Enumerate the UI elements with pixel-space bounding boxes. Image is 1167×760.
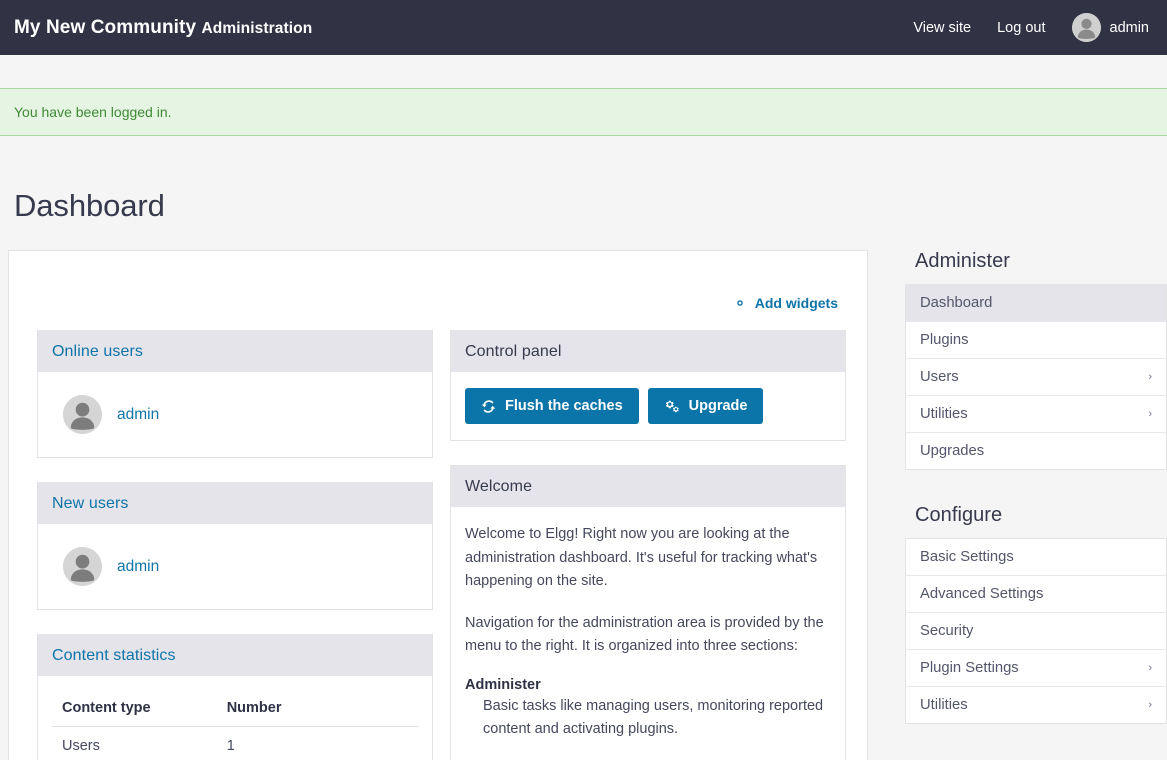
- sidebar-item-label: Plugin Settings: [920, 660, 1019, 677]
- chevron-right-icon: ›: [1148, 661, 1152, 674]
- user-link[interactable]: admin: [117, 406, 159, 424]
- sidebar-item-label: Security: [920, 623, 974, 640]
- sidebar-item-security[interactable]: Security: [906, 613, 1166, 651]
- view-site-link[interactable]: View site: [913, 20, 971, 36]
- widget-header: Content statistics: [38, 635, 432, 677]
- sidebar-item-advanced-settings[interactable]: Advanced Settings: [906, 576, 1166, 614]
- list-item[interactable]: admin: [52, 388, 418, 441]
- system-message-region: You have been logged in.: [0, 55, 1167, 137]
- widget-title-new-users: New users: [52, 495, 129, 513]
- cell-content-type: Users: [62, 738, 100, 755]
- refresh-icon: [481, 399, 496, 414]
- widget-header: Control panel: [451, 331, 845, 373]
- sidebar-item-label: Users: [920, 369, 959, 386]
- sidebar-item-users[interactable]: Users ›: [906, 359, 1166, 397]
- widget-body: admin: [38, 524, 432, 609]
- main-content-panel: Add widgets Online users admin New users…: [8, 250, 868, 760]
- chevron-right-icon: ›: [1148, 407, 1152, 420]
- add-widgets-button[interactable]: Add widgets: [732, 295, 838, 311]
- welcome-paragraph-2: Navigation for the administration area i…: [465, 614, 824, 655]
- username-label[interactable]: admin: [1110, 20, 1150, 36]
- flush-caches-button[interactable]: Flush the caches: [465, 388, 639, 425]
- widget-control-panel: Control panel Flush the caches Upgrade: [450, 330, 846, 442]
- site-brand[interactable]: My New Community Administration: [14, 17, 312, 39]
- user-link[interactable]: admin: [117, 558, 159, 576]
- chevron-right-icon: ›: [1148, 698, 1152, 711]
- control-panel-buttons: Flush the caches Upgrade: [465, 388, 831, 425]
- upgrade-button[interactable]: Upgrade: [647, 388, 764, 425]
- widget-column-right: Control panel Flush the caches Upgrade W…: [450, 330, 846, 760]
- widget-header: Online users: [38, 331, 432, 373]
- sidebar-menu-administer: Dashboard Plugins Users › Utilities › Up…: [905, 284, 1167, 471]
- table-row: Users 1: [52, 727, 418, 760]
- column-header-content-type: Content type: [52, 692, 217, 728]
- list-item[interactable]: admin: [52, 540, 418, 593]
- sidebar-item-plugins[interactable]: Plugins: [906, 322, 1166, 360]
- user-avatar-icon: [1071, 13, 1101, 42]
- gears-icon: [664, 399, 680, 414]
- sidebar-item-label: Plugins: [920, 332, 969, 349]
- widget-header: New users: [38, 483, 432, 525]
- sidebar-item-utilities[interactable]: Utilities ›: [906, 396, 1166, 434]
- logout-link[interactable]: Log out: [997, 20, 1045, 36]
- widget-title-content-statistics: Content statistics: [52, 647, 176, 665]
- welcome-section-def-administer: Basic tasks like managing users, monitor…: [483, 697, 824, 738]
- sidebar-item-label: Dashboard: [920, 295, 993, 312]
- sidebar-item-label: Advanced Settings: [920, 586, 1044, 603]
- brand-name: My New Community: [14, 16, 197, 38]
- sidebar-item-upgrades[interactable]: Upgrades: [906, 433, 1166, 469]
- top-navigation-bar: My New Community Administration View sit…: [0, 0, 1167, 55]
- user-avatar-icon: [63, 547, 102, 587]
- widget-body: admin: [38, 372, 432, 457]
- flush-caches-label: Flush the caches: [505, 398, 623, 415]
- gear-icon: [732, 295, 748, 311]
- widget-title-control-panel: Control panel: [465, 343, 562, 361]
- sidebar-section-configure: Configure Basic Settings Advanced Settin…: [905, 504, 1167, 725]
- page-layout: Add widgets Online users admin New users…: [0, 224, 1167, 760]
- sidebar-item-basic-settings[interactable]: Basic Settings: [906, 539, 1166, 577]
- widget-column-left: Online users admin New users admin Conte…: [37, 330, 433, 760]
- column-header-number: Number: [216, 692, 418, 728]
- top-nav-links: View site Log out admin: [913, 13, 1149, 42]
- sidebar-section-title-administer: Administer: [915, 250, 1010, 273]
- widget-new-users: New users admin: [37, 482, 433, 611]
- page-title: Dashboard: [14, 188, 165, 224]
- welcome-section-term-administer: Administer: [465, 676, 541, 693]
- add-widgets-label: Add widgets: [754, 295, 838, 312]
- widget-welcome: Welcome Welcome to Elgg! Right now you a…: [450, 465, 846, 760]
- sidebar-item-plugin-settings[interactable]: Plugin Settings ›: [906, 650, 1166, 688]
- chevron-right-icon: ›: [1148, 370, 1152, 383]
- widget-grid: Online users admin New users admin Conte…: [9, 311, 867, 760]
- widget-title-welcome: Welcome: [465, 478, 533, 496]
- brand-section-label: Administration: [201, 19, 313, 37]
- sidebar-section-title-configure: Configure: [915, 504, 1003, 527]
- widget-online-users: Online users admin: [37, 330, 433, 459]
- widget-title-online-users: Online users: [52, 343, 144, 361]
- content-statistics-table: Content type Number Users 1: [52, 692, 418, 760]
- sidebar-item-label: Basic Settings: [920, 549, 1014, 566]
- user-avatar-icon: [63, 395, 102, 435]
- sidebar-item-label: Utilities: [920, 697, 968, 714]
- sidebar-item-configure-utilities[interactable]: Utilities ›: [906, 687, 1166, 723]
- sidebar-item-dashboard[interactable]: Dashboard: [906, 285, 1166, 323]
- widget-content-statistics: Content statistics Content type Number U…: [37, 634, 433, 760]
- sidebar-item-label: Upgrades: [920, 443, 985, 460]
- sidebar-menu-configure: Basic Settings Advanced Settings Securit…: [905, 538, 1167, 725]
- widget-body: Content type Number Users 1: [38, 676, 432, 760]
- admin-sidebar: Administer Dashboard Plugins Users › Uti…: [905, 250, 1167, 758]
- upgrade-label: Upgrade: [688, 398, 748, 415]
- widget-body: Flush the caches Upgrade: [451, 372, 845, 440]
- welcome-paragraph-1: Welcome to Elgg! Right now you are looki…: [465, 526, 818, 590]
- widget-body: Welcome to Elgg! Right now you are looki…: [451, 507, 845, 760]
- sidebar-section-administer: Administer Dashboard Plugins Users › Uti…: [905, 250, 1167, 471]
- cell-number: 1: [226, 738, 235, 755]
- sidebar-item-label: Utilities: [920, 406, 968, 423]
- system-message: You have been logged in.: [0, 88, 1167, 137]
- widget-header: Welcome: [451, 466, 845, 508]
- user-menu[interactable]: admin: [1071, 13, 1150, 42]
- table-header-row: Content type Number: [52, 692, 418, 728]
- widget-toolbar: Add widgets: [9, 251, 867, 311]
